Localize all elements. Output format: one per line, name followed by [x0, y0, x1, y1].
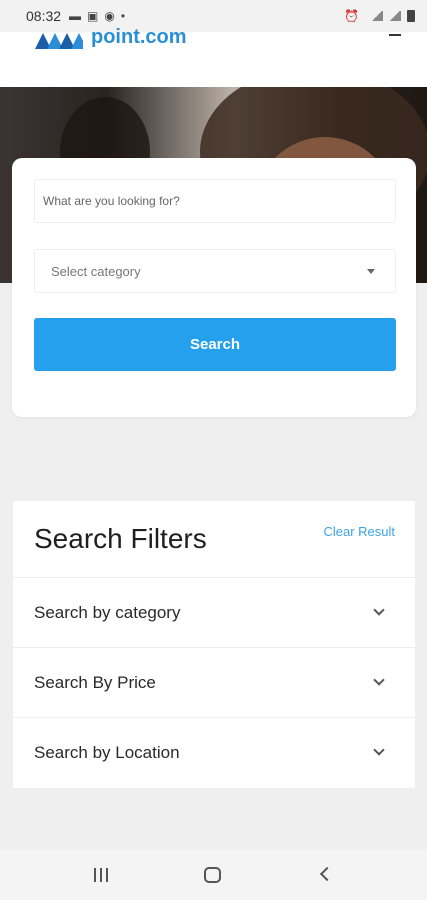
message-icon: ▬: [69, 9, 82, 23]
filter-row-location[interactable]: Search by Location: [13, 717, 415, 787]
filter-label: Search by category: [34, 602, 181, 622]
logo-text: point.com: [91, 25, 187, 48]
alarm-icon: ⏰: [344, 9, 359, 23]
gallery-icon: ▣: [87, 9, 99, 23]
site-header: point.com: [0, 26, 427, 87]
chevron-down-icon: [373, 604, 385, 616]
back-icon[interactable]: [319, 866, 335, 882]
filter-label: Search by Location: [34, 742, 180, 762]
site-logo[interactable]: point.com: [35, 26, 187, 50]
whatsapp-icon: ◉: [104, 9, 115, 23]
search-card: Select category Search: [12, 158, 416, 417]
search-button[interactable]: Search: [34, 318, 396, 371]
chevron-down-icon: [373, 744, 385, 756]
chevron-down-icon: [373, 674, 385, 686]
status-indicators: ⏰: [344, 9, 415, 23]
filter-row-category[interactable]: Search by category: [13, 577, 415, 647]
system-nav-bar: [0, 850, 427, 900]
caret-down-icon: [367, 269, 375, 274]
recent-apps-icon[interactable]: [94, 868, 110, 882]
filter-row-price[interactable]: Search By Price: [13, 647, 415, 717]
search-filters-card: Search Filters Clear Result Search by ca…: [13, 501, 415, 788]
filters-title: Search Filters: [34, 523, 207, 554]
search-input[interactable]: [34, 179, 396, 223]
hamburger-icon[interactable]: [389, 34, 401, 36]
home-icon[interactable]: [204, 867, 221, 883]
clear-result-link[interactable]: Clear Result: [323, 524, 395, 539]
status-bar: 08:32 ▬ ▣ ◉ • ⏰: [0, 0, 427, 32]
status-time: 08:32: [26, 8, 62, 24]
logo-mark-icon: [35, 33, 83, 49]
dot-icon: •: [120, 9, 126, 23]
signal-icon: [389, 11, 401, 21]
signal-icon: [371, 11, 383, 21]
category-select-label: Select category: [51, 263, 141, 279]
category-select[interactable]: Select category: [34, 249, 396, 293]
battery-icon: [407, 10, 415, 22]
filter-label: Search By Price: [34, 672, 156, 692]
